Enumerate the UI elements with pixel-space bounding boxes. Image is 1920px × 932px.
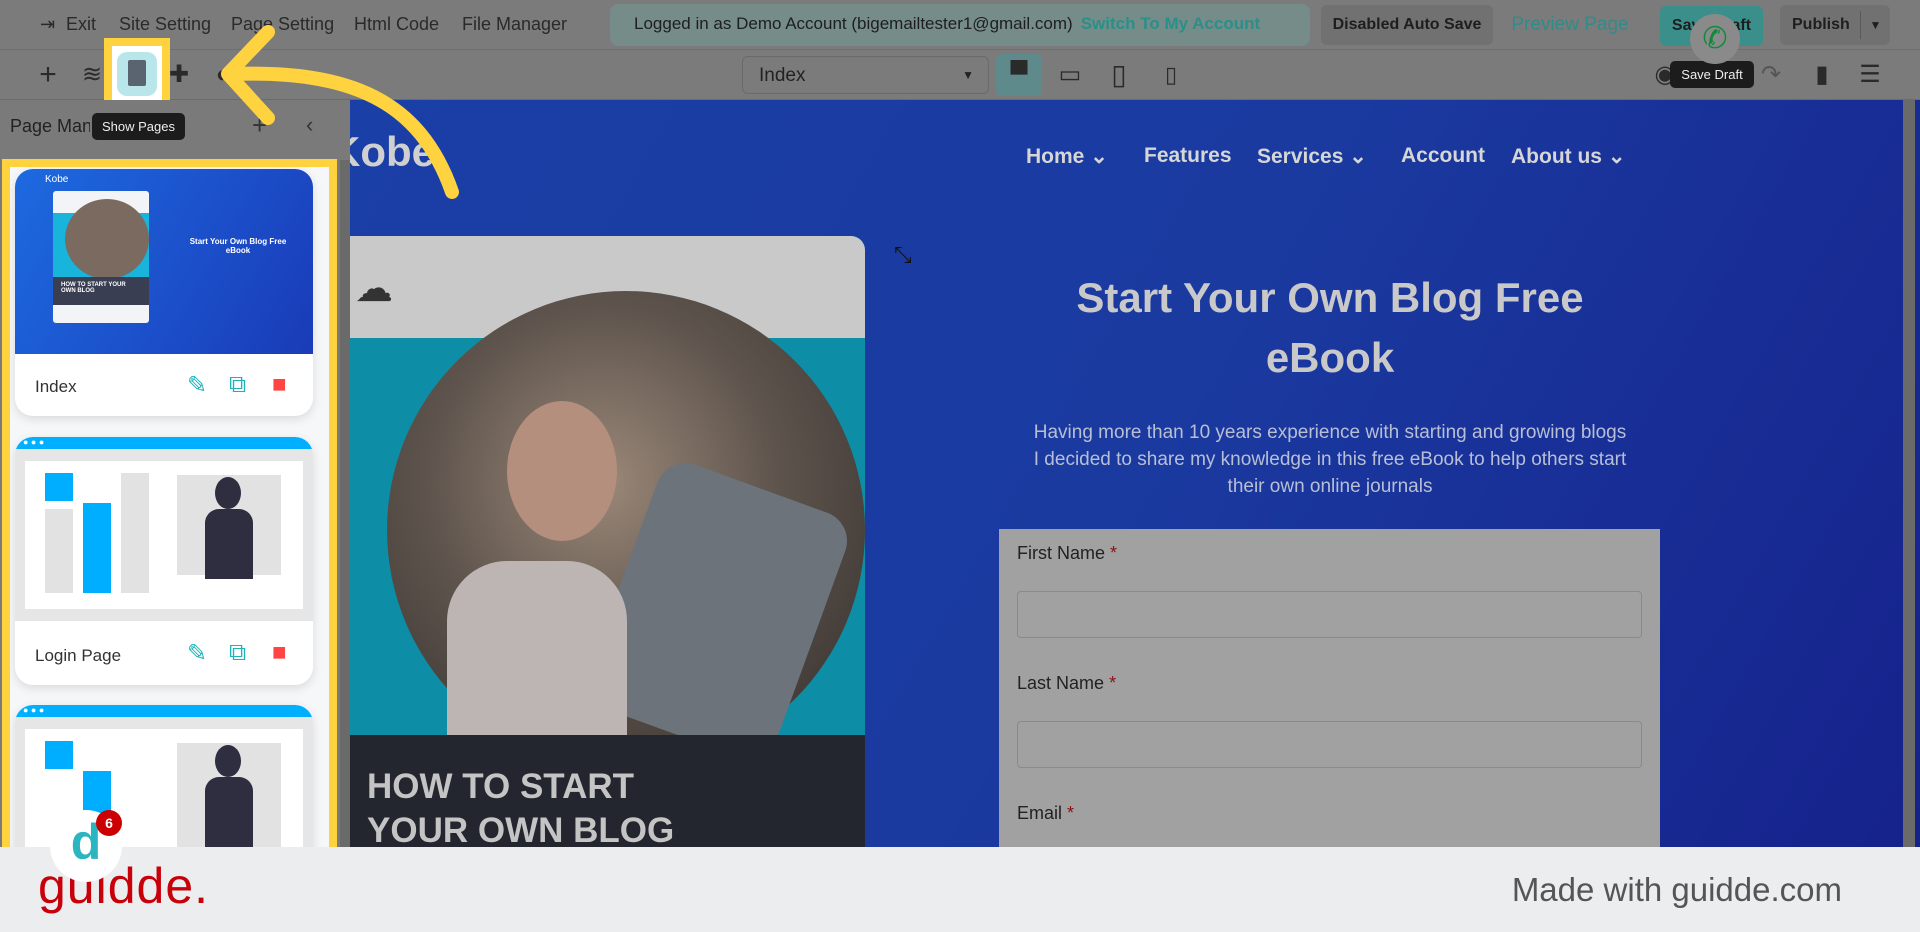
device-desktop-button[interactable]: ▀ — [996, 54, 1042, 96]
window-dots: ● ● ● — [15, 437, 313, 449]
nav-about[interactable]: About us ⌄ — [1511, 144, 1625, 169]
thumb-heading: Start Your Own Blog Free eBook — [189, 237, 287, 255]
edit-pencil-icon[interactable]: ✎ — [187, 371, 207, 400]
pointer-arrow — [221, 25, 459, 199]
nav-services[interactable]: Services ⌄ — [1257, 144, 1367, 169]
trash-icon[interactable]: ▮ — [1809, 62, 1835, 88]
login-illustration — [15, 449, 313, 621]
thumb-book-title: HOW TO START YOUR OWN BLOG — [53, 277, 149, 305]
first-name-input[interactable] — [1017, 591, 1642, 638]
desktop-icon: ▀ — [1010, 61, 1028, 88]
last-name-label: Last Name * — [1017, 673, 1117, 693]
hero-heading: Start Your Own Blog Free eBook — [1076, 274, 1584, 381]
nav-account[interactable]: Account — [1401, 144, 1485, 168]
laptop-icon[interactable]: ▭ — [1057, 62, 1083, 88]
chevron-down-icon: ▼ — [962, 68, 974, 82]
tablet-icon[interactable]: ▯ — [1106, 61, 1132, 89]
delete-trash-icon[interactable]: ■ — [272, 371, 287, 399]
sidebar-scrollbar[interactable] — [340, 160, 350, 847]
switch-account-link[interactable]: Switch To My Account — [1081, 14, 1260, 33]
editor-canvas[interactable]: Kobe Home ⌄ Features Services ⌄ Account … — [350, 100, 1920, 847]
page-card-login[interactable]: ● ● ● Login Page ✎ ⧉ ■ — [15, 437, 313, 685]
cloud-download-icon: ☁ — [355, 268, 393, 310]
footer: guidde. Made with guidde.com — [0, 847, 1920, 932]
save-draft-tooltip: Save Draft — [1670, 61, 1754, 88]
preview-page-link[interactable]: Preview Page — [1505, 5, 1635, 45]
first-name-label: First Name * — [1017, 543, 1118, 563]
publish-button[interactable]: Publish ▼ — [1780, 5, 1890, 45]
phone-icon[interactable]: ▯ — [1158, 62, 1184, 88]
pages-list-highlight: Kobe HOW TO START YOUR OWN BLOG Start Yo… — [2, 159, 337, 847]
login-text: Logged in as Demo Account (bigemailteste… — [634, 14, 1073, 33]
redo-icon[interactable]: ↷ — [1758, 62, 1784, 88]
email-label: Email * — [1017, 803, 1075, 823]
chevron-down-icon[interactable]: ▼ — [1860, 11, 1890, 39]
nav-home[interactable]: Home ⌄ — [1026, 144, 1108, 169]
page-label: Index — [35, 377, 77, 396]
edit-pencil-icon[interactable]: ✎ — [187, 639, 207, 668]
made-with-text: Made with guidde.com — [1511, 871, 1842, 908]
duplicate-icon[interactable]: ⧉ — [229, 639, 246, 667]
minimize-arrows-icon[interactable]: ⤡ — [894, 242, 912, 268]
signup-form: First Name * Last Name * Email * — [999, 529, 1660, 847]
canvas-scrollbar[interactable] — [1903, 100, 1915, 847]
phone-call-icon[interactable]: ✆ — [1690, 14, 1740, 64]
page-select[interactable]: Index ▼ — [742, 56, 989, 94]
ebook-cover: ☁ HOW TO START YOUR OWN BLOG — [350, 236, 865, 847]
last-name-input[interactable] — [1017, 721, 1642, 768]
window-dots: ● ● ● — [15, 705, 313, 717]
publish-label: Publish — [1792, 16, 1850, 33]
notification-badge: 6 — [96, 810, 122, 836]
page-label: Login Page — [35, 646, 122, 665]
ebook-title: HOW TO START YOUR OWN BLOG — [350, 735, 865, 847]
hero-paragraph: Having more than 10 years experience wit… — [1033, 422, 1627, 497]
login-banner: Logged in as Demo Account (bigemailteste… — [610, 4, 1310, 46]
delete-trash-icon[interactable]: ■ — [272, 639, 287, 667]
page-select-value: Index — [759, 65, 806, 86]
duplicate-icon[interactable]: ⧉ — [229, 371, 246, 399]
settings-sliders-icon[interactable]: ☰ — [1857, 62, 1883, 88]
auto-save-button[interactable]: Disabled Auto Save — [1321, 5, 1493, 45]
woman-photo — [387, 291, 865, 769]
nav-features[interactable]: Features — [1144, 144, 1232, 168]
